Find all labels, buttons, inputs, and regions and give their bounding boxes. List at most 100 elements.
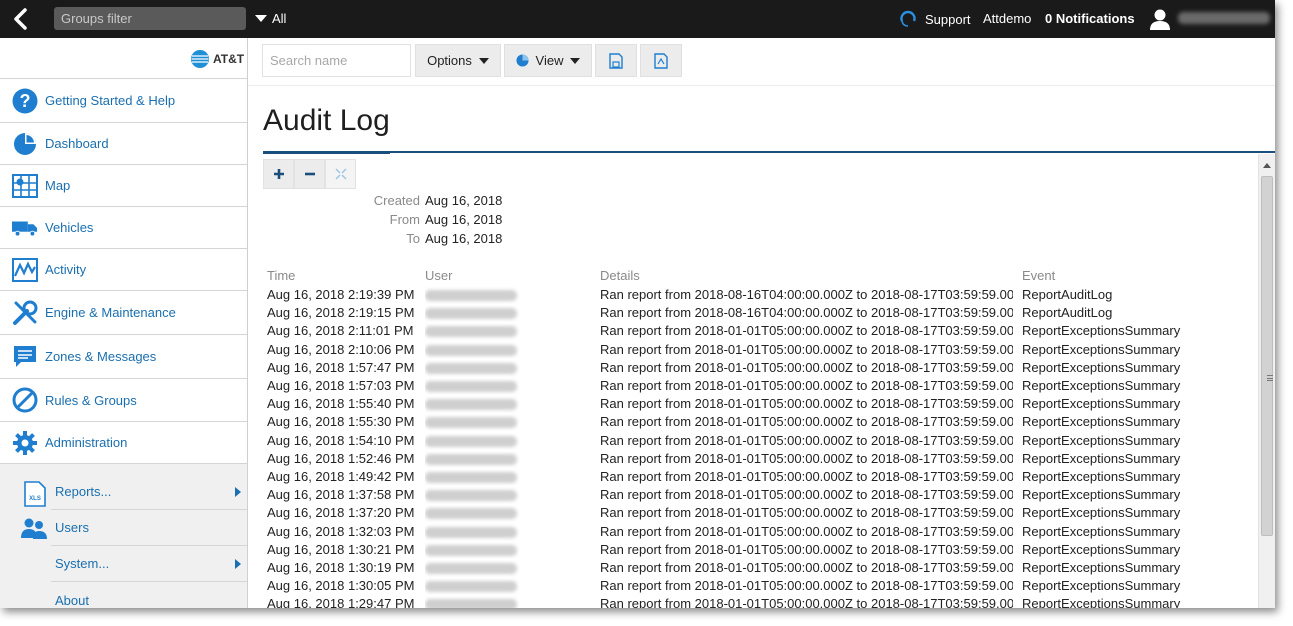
table-row[interactable]: Aug 16, 2018 1:30:05 PM Ran report from 2… <box>267 578 1257 596</box>
cell-event: ReportExceptionsSummary <box>1022 341 1181 357</box>
nav-label: Dashboard <box>45 136 109 151</box>
nav-engine-maintenance[interactable]: Engine & Maintenance <box>0 290 247 334</box>
user-name-blurred[interactable] <box>1178 12 1270 24</box>
nav-rules-groups[interactable]: Rules & Groups <box>0 378 247 421</box>
expand-controls <box>263 159 356 189</box>
save-as-button[interactable] <box>640 44 682 77</box>
nav-dashboard[interactable]: Dashboard <box>0 122 247 164</box>
meta-label: Created <box>373 193 420 208</box>
cell-time: Aug 16, 2018 1:30:21 PM <box>267 541 415 557</box>
save-button[interactable] <box>595 44 637 77</box>
table-row[interactable]: Aug 16, 2018 1:57:03 PM Ran report from 2… <box>267 378 1257 396</box>
table-row[interactable]: Aug 16, 2018 1:55:40 PM Ran report from 2… <box>267 396 1257 414</box>
cell-user-blurred <box>425 360 521 377</box>
submenu-system[interactable]: System... <box>51 546 247 582</box>
cell-details: Ran report from 2018-01-01T05:00:00.000Z… <box>600 323 1013 339</box>
nav-activity[interactable]: Activity <box>0 248 247 290</box>
nav-administration[interactable]: Administration <box>0 421 247 463</box>
chevron-right-icon <box>235 559 241 569</box>
att-globe-icon <box>191 50 209 68</box>
save-as-icon <box>654 52 668 69</box>
table-row[interactable]: Aug 16, 2018 1:55:30 PM Ran report from 2… <box>267 414 1257 432</box>
xls-file-icon: XLS <box>24 481 46 510</box>
submenu-about[interactable]: About <box>51 582 247 608</box>
table-row[interactable]: Aug 16, 2018 2:19:15 PM Ran report from 2… <box>267 305 1257 323</box>
cell-time: Aug 16, 2018 1:57:03 PM <box>267 378 415 393</box>
table-row[interactable]: Aug 16, 2018 2:19:39 PM Ran report from 2… <box>267 287 1257 305</box>
sidebar: AT&T ? Getting Started & Help Dashboard … <box>0 38 248 608</box>
table-row[interactable]: Aug 16, 2018 1:57:47 PM Ran report from 2… <box>267 360 1257 378</box>
collapse-button[interactable] <box>294 159 325 189</box>
redacted-user <box>425 490 517 502</box>
table-row[interactable]: Aug 16, 2018 1:30:21 PM Ran report from 2… <box>267 542 1257 560</box>
options-label: Options <box>427 53 472 68</box>
meta-from: From Aug 16, 2018 <box>338 212 503 227</box>
vertical-scrollbar[interactable] <box>1258 154 1275 608</box>
pie-chart-icon <box>515 54 529 67</box>
chevron-down-icon <box>255 15 267 22</box>
table-row[interactable]: Aug 16, 2018 1:52:46 PM Ran report from 2… <box>267 451 1257 469</box>
cell-time: Aug 16, 2018 1:32:03 PM <box>267 523 415 539</box>
redacted-user <box>425 581 517 593</box>
nav-map[interactable]: Map <box>0 164 247 206</box>
cell-user-blurred <box>425 378 521 395</box>
table-row[interactable]: Aug 16, 2018 1:30:19 PM Ran report from 2… <box>267 560 1257 578</box>
cell-time: Aug 16, 2018 1:49:42 PM <box>267 469 415 484</box>
meta-value: Aug 16, 2018 <box>425 212 503 227</box>
scroll-up-arrow-icon[interactable] <box>1263 163 1271 168</box>
cell-time: Aug 16, 2018 1:30:05 PM <box>267 578 415 594</box>
user-icon[interactable] <box>1148 7 1172 31</box>
column-header-time[interactable]: Time <box>267 268 295 283</box>
table-row[interactable]: Aug 16, 2018 1:49:42 PM Ran report from 2… <box>267 469 1257 487</box>
brand-name: AT&T <box>213 52 245 66</box>
table-row[interactable]: Aug 16, 2018 1:37:20 PM Ran report from 2… <box>267 505 1257 523</box>
submenu-users[interactable]: Users <box>51 510 247 546</box>
save-icon <box>609 52 623 69</box>
submenu-reports[interactable]: Reports... <box>51 474 247 510</box>
svg-text:?: ? <box>20 91 31 111</box>
column-header-details[interactable]: Details <box>600 268 640 283</box>
search-name-input[interactable] <box>262 44 411 77</box>
meta-to: To Aug 16, 2018 <box>338 231 502 246</box>
support-link[interactable]: Support <box>898 9 971 29</box>
pie-chart-icon <box>12 131 38 157</box>
svg-text:XLS: XLS <box>29 496 41 502</box>
redacted-user <box>425 381 517 392</box>
column-header-event[interactable]: Event <box>1022 268 1055 283</box>
column-header-user[interactable]: User <box>425 268 452 283</box>
notifications-link[interactable]: 0 Notifications <box>1045 11 1135 26</box>
table-row[interactable]: Aug 16, 2018 1:32:03 PM Ran report from 2… <box>267 524 1257 542</box>
cell-event: ReportExceptionsSummary <box>1022 414 1181 430</box>
expand-button[interactable] <box>263 159 294 189</box>
table-row[interactable]: Aug 16, 2018 1:37:58 PM Ran report from 2… <box>267 487 1257 505</box>
top-bar: All Support Attdemo 0 Notifications <box>0 0 1275 38</box>
cell-user-blurred <box>425 451 521 468</box>
cell-time: Aug 16, 2018 1:37:20 PM <box>267 505 415 521</box>
cell-time: Aug 16, 2018 1:37:58 PM <box>267 487 415 503</box>
account-name[interactable]: Attdemo <box>983 11 1031 26</box>
cell-time: Aug 16, 2018 2:19:39 PM <box>267 287 415 302</box>
fit-columns-button[interactable] <box>325 159 356 189</box>
nav-vehicles[interactable]: Vehicles <box>0 206 247 248</box>
table-row[interactable]: Aug 16, 2018 2:10:06 PM Ran report from 2… <box>267 342 1257 360</box>
back-arrow-icon[interactable] <box>10 7 34 31</box>
meta-value: Aug 16, 2018 <box>425 193 503 208</box>
report-content: Created Aug 16, 2018 From Aug 16, 2018 To A… <box>248 154 1258 608</box>
cell-time: Aug 16, 2018 1:57:47 PM <box>267 359 415 375</box>
cell-event: ReportExceptionsSummary <box>1022 359 1181 375</box>
table-row[interactable]: Aug 16, 2018 1:54:10 PM Ran report from 2… <box>267 433 1257 451</box>
table-row[interactable]: Aug 16, 2018 2:11:01 PM Ran report from 2… <box>267 323 1257 341</box>
compress-icon <box>335 168 346 180</box>
cell-event: ReportExceptionsSummary <box>1022 541 1181 557</box>
nav-label: Getting Started & Help <box>45 93 176 108</box>
scrollbar-thumb[interactable] <box>1261 176 1273 536</box>
nav-label: Administration <box>45 435 128 450</box>
nav-getting-started[interactable]: ? Getting Started & Help <box>0 78 247 122</box>
map-icon <box>12 173 38 199</box>
groups-filter-input[interactable] <box>54 7 246 30</box>
view-button[interactable]: View <box>504 44 592 77</box>
nav-zones-messages[interactable]: Zones & Messages <box>0 334 247 378</box>
table-row[interactable]: Aug 16, 2018 1:29:47 PM Ran report from 2… <box>267 596 1257 608</box>
options-button[interactable]: Options <box>415 44 501 77</box>
groups-select[interactable]: All <box>255 11 286 26</box>
